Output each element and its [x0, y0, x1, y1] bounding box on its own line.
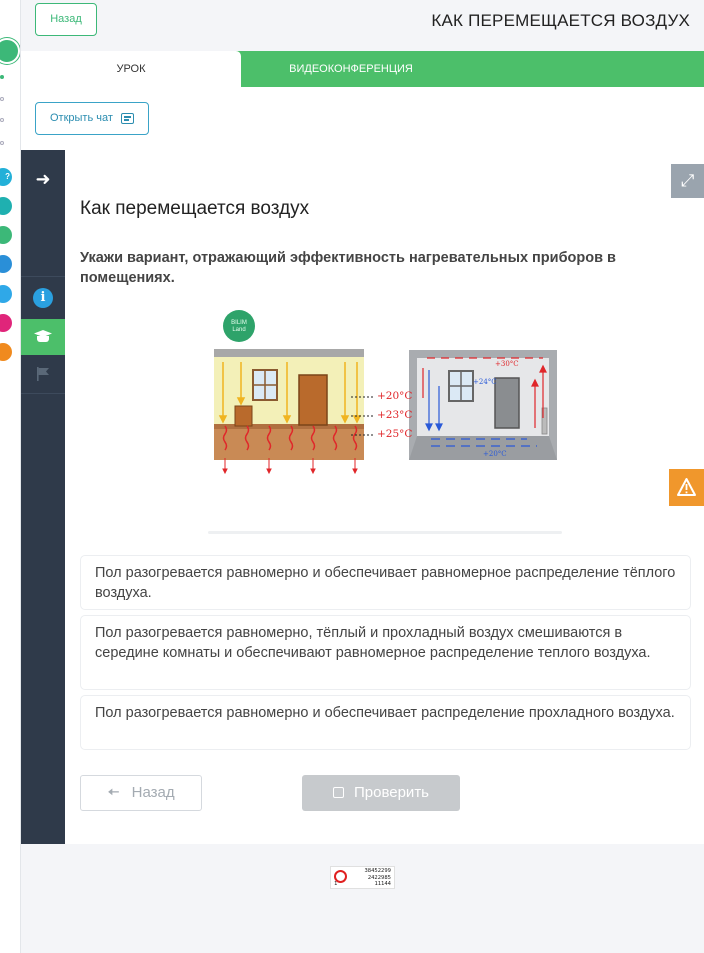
lesson-content: ⤢ Как перемещается воздух Укажи вариант,…	[65, 150, 704, 844]
arrow-right-icon[interactable]: ➜	[21, 164, 65, 194]
counter-line: 11144	[374, 881, 391, 887]
rail-dot-icon	[0, 118, 4, 122]
answer-option[interactable]: Пол разогревается равномерно и обеспечив…	[80, 555, 691, 610]
app-icon[interactable]	[0, 197, 12, 215]
visit-counter[interactable]: 38452299 2422985 11144 1	[330, 866, 395, 889]
chat-icon	[121, 113, 134, 124]
check-button-label: Проверить	[353, 784, 429, 801]
app-logo-icon[interactable]	[0, 38, 20, 64]
previous-button-label: Назад	[131, 784, 175, 801]
app-rail: ?	[0, 0, 21, 953]
temp-label: +25°C	[377, 428, 413, 440]
counter-prefix: 1	[334, 881, 338, 887]
chat-area: Открыть чат	[21, 87, 704, 150]
content-heading: Как перемещается воздух	[80, 198, 310, 219]
fullscreen-icon[interactable]: ⤢	[671, 164, 704, 198]
help-app-icon[interactable]: ?	[0, 168, 12, 186]
rail-dot-icon	[0, 141, 4, 145]
checkbox-icon	[332, 787, 344, 798]
image-scrollbar[interactable]	[208, 531, 562, 534]
sidebar-divider	[21, 276, 65, 277]
app-icon[interactable]	[0, 314, 12, 332]
top-bar: Назад КАК ПЕРЕМЕЩАЕТСЯ ВОЗДУХ	[21, 0, 704, 51]
rail-dot-icon	[0, 75, 4, 79]
heating-illustration: BILIM Land +20°C +23°C +25°C +30°C +24°C…	[207, 308, 567, 483]
temp-label: +30°C	[495, 360, 519, 368]
app-icon[interactable]	[0, 343, 12, 361]
temp-label: +24°C	[473, 378, 497, 386]
question-text: Укажи вариант, отражающий эффективность …	[80, 250, 616, 286]
temp-label: +20°C	[483, 450, 507, 458]
app-icon[interactable]	[0, 285, 12, 303]
tab-lesson[interactable]: УРОК	[21, 51, 241, 87]
lesson-sidebar: ➜ i	[21, 150, 65, 844]
flag-icon[interactable]	[35, 366, 51, 382]
app-icon[interactable]	[0, 255, 12, 273]
temp-label: +20°C	[377, 390, 413, 402]
previous-button[interactable]: 🠤 Назад	[80, 775, 202, 811]
back-button[interactable]: Назад	[35, 3, 97, 36]
info-icon[interactable]: i	[33, 288, 53, 308]
graduation-cap-icon[interactable]	[21, 319, 65, 355]
temp-label: +23°C	[377, 409, 413, 421]
arrow-left-icon: 🠤	[107, 784, 120, 801]
answer-option[interactable]: Пол разогревается равномерно, тёплый и п…	[80, 615, 691, 690]
tab-videoconference[interactable]: ВИДЕОКОНФЕРЕНЦИЯ	[241, 51, 461, 87]
counter-line: 38452299	[364, 868, 392, 874]
tab-bar: УРОК ВИДЕОКОНФЕРЕНЦИЯ	[21, 51, 704, 87]
open-chat-label: Открыть чат	[50, 112, 113, 124]
sidebar-divider	[21, 393, 65, 394]
warning-icon[interactable]	[669, 469, 704, 506]
app-icon[interactable]	[0, 226, 12, 244]
rail-dot-icon	[0, 97, 4, 101]
check-button[interactable]: Проверить	[302, 775, 460, 811]
open-chat-button[interactable]: Открыть чат	[35, 102, 149, 135]
answer-option[interactable]: Пол разогревается равномерно и обеспечив…	[80, 695, 691, 750]
lesson-title: КАК ПЕРЕМЕЩАЕТСЯ ВОЗДУХ	[431, 11, 690, 30]
